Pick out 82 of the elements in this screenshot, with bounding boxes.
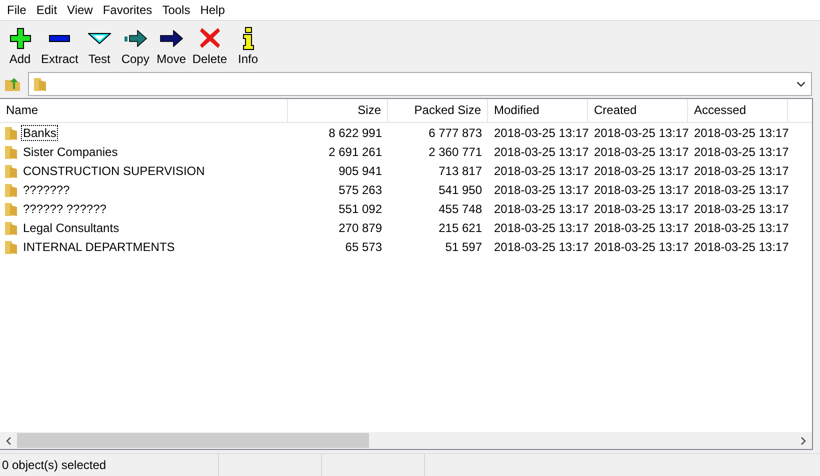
table-cell: 713 817 xyxy=(438,164,482,178)
scroll-right-icon[interactable] xyxy=(801,436,806,444)
delete-button[interactable]: Delete xyxy=(189,24,230,68)
table-cell: 215 621 xyxy=(438,220,482,234)
table-cell: 2018-03-25 13:17 xyxy=(494,182,589,196)
table-cell: 2018-03-25 13:17 xyxy=(594,182,689,196)
info-button[interactable]: Info xyxy=(230,24,266,68)
add-button[interactable]: Add xyxy=(2,24,38,68)
table-cell: 2018-03-25 13:17 xyxy=(594,144,689,158)
table-cell: 2018-03-25 13:17 xyxy=(494,220,589,234)
check-mark-icon xyxy=(88,32,111,44)
arrow-icon xyxy=(160,30,183,46)
file-name[interactable]: Sister Companies xyxy=(21,144,120,160)
table-cell: 2018-03-25 13:17 xyxy=(694,144,789,158)
file-name[interactable]: Banks xyxy=(21,124,58,140)
table-cell: 575 263 xyxy=(338,182,382,196)
table-cell: 551 092 xyxy=(338,202,382,216)
folder-icon xyxy=(4,144,18,160)
table-cell: 2018-03-25 13:17 xyxy=(694,202,789,216)
menu-item[interactable]: Help xyxy=(195,3,230,17)
folder-up-icon[interactable] xyxy=(4,75,22,93)
scroll-left-icon[interactable] xyxy=(6,436,11,444)
column-header[interactable]: Size xyxy=(288,99,388,122)
table-cell: 2018-03-25 13:17 xyxy=(694,182,789,196)
menu-item[interactable]: View xyxy=(62,3,98,17)
table-cell: 2018-03-25 13:17 xyxy=(494,164,589,178)
table-cell: 6 777 873 xyxy=(428,126,482,140)
move-button[interactable]: Move xyxy=(153,24,190,68)
status-text: 0 object(s) selected xyxy=(2,458,106,472)
plus-icon xyxy=(10,28,30,48)
column-header[interactable]: Name xyxy=(0,99,288,122)
table-cell: 2 360 771 xyxy=(428,144,482,158)
table-cell: 455 748 xyxy=(438,202,482,216)
table-cell: 2018-03-25 13:17 xyxy=(594,220,689,234)
table-cell: 2018-03-25 13:17 xyxy=(494,202,589,216)
table-cell: 2018-03-25 13:17 xyxy=(594,240,689,254)
scrollbar-thumb[interactable] xyxy=(17,433,369,448)
file-name[interactable]: Legal Consultants xyxy=(21,220,122,236)
file-name[interactable]: INTERNAL DEPARTMENTS xyxy=(21,238,177,254)
folder-icon xyxy=(4,124,18,140)
table-cell: 2018-03-25 13:17 xyxy=(694,240,789,254)
table-cell: 2 691 261 xyxy=(328,144,382,158)
table-cell: 8 622 991 xyxy=(328,126,382,140)
table-cell: 2018-03-25 13:17 xyxy=(594,202,689,216)
table-cell: 2018-03-25 13:17 xyxy=(594,126,689,140)
info-icon xyxy=(242,26,254,50)
table-cell: 65 573 xyxy=(345,240,382,254)
folder-icon xyxy=(33,76,47,92)
menu-item[interactable]: Favorites xyxy=(98,3,158,17)
column-header[interactable]: Accessed xyxy=(688,99,788,122)
folder-icon xyxy=(4,220,18,236)
table-cell: 270 879 xyxy=(338,220,382,234)
copy-button[interactable]: Copy xyxy=(117,24,154,68)
table-cell: 2018-03-25 13:17 xyxy=(694,220,789,234)
table-cell: 2018-03-25 13:17 xyxy=(494,240,589,254)
file-name[interactable]: CONSTRUCTION SUPERVISION xyxy=(21,162,207,178)
table-cell: 2018-03-25 13:17 xyxy=(694,164,789,178)
table-cell: 2018-03-25 13:17 xyxy=(494,126,589,140)
minus-icon xyxy=(49,34,70,42)
folder-icon xyxy=(4,200,18,216)
column-header[interactable]: Modified xyxy=(488,99,588,122)
folder-icon xyxy=(4,238,18,254)
table-cell: 2018-03-25 13:17 xyxy=(494,144,589,158)
menu-item[interactable]: Tools xyxy=(157,3,196,17)
path-field[interactable] xyxy=(28,72,812,96)
extract-button[interactable]: Extract xyxy=(38,24,82,68)
cross-icon xyxy=(200,28,220,48)
test-button[interactable]: Test xyxy=(81,24,118,68)
table-cell: 905 941 xyxy=(338,164,382,178)
file-name[interactable]: ?????? ?????? xyxy=(21,200,108,216)
folder-icon xyxy=(4,162,18,178)
table-cell: 2018-03-25 13:17 xyxy=(694,126,789,140)
folder-icon xyxy=(4,182,18,198)
table-cell: 51 597 xyxy=(445,240,482,254)
file-name[interactable]: ??????? xyxy=(21,182,72,198)
table-cell: 2018-03-25 13:17 xyxy=(594,164,689,178)
table-cell: 541 950 xyxy=(438,182,482,196)
arrow-icon xyxy=(124,30,147,46)
column-header[interactable]: Created xyxy=(588,99,688,122)
menu-item[interactable]: File xyxy=(2,3,32,17)
menu-item[interactable]: Edit xyxy=(31,3,62,17)
column-header[interactable]: Packed Size xyxy=(388,99,488,122)
